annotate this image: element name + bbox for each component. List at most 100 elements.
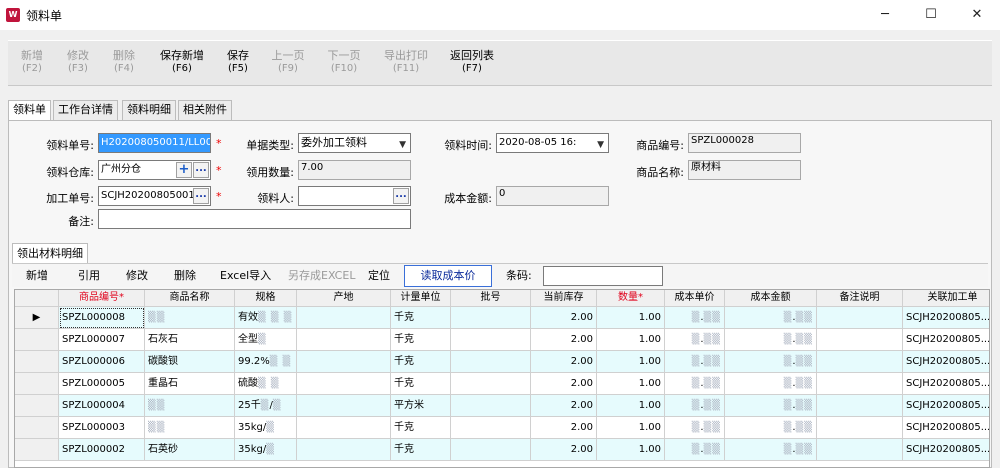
grid-cell-code[interactable]: SPZL000002 [59,439,145,461]
tab-workbench-detail[interactable]: 工作台详情 [53,100,118,120]
row-indicator[interactable] [15,373,59,395]
grid-cell-unit[interactable]: 千克 [391,373,451,395]
grid-cell-unit[interactable]: 千克 [391,439,451,461]
new-button[interactable]: 新增 (F2) [14,49,50,81]
remark-field[interactable] [98,209,411,229]
unit-header[interactable]: 计量单位 [391,290,451,307]
stock-header[interactable]: 当前库存 [531,290,597,307]
grid-cell-code[interactable]: SPZL000007 [59,329,145,351]
grid-cell-batch[interactable] [451,417,531,439]
grid-cell-name[interactable]: 石灰石 [145,329,235,351]
grid-cell-name[interactable]: 重晶石 [145,373,235,395]
grid-cell-spec[interactable]: 有效▒ ▒ ▒ [235,307,297,329]
grid-cell-spec[interactable]: 全型▒ [235,329,297,351]
grid-cell-link[interactable]: SCJH20200805... [903,395,989,417]
grid-cell-link[interactable]: SCJH20200805... [903,439,989,461]
grid-cell-code[interactable]: SPZL000003 [59,417,145,439]
grid-cell-spec[interactable]: 35kg/▒ [235,417,297,439]
tab-attachments[interactable]: 相关附件 [178,100,232,120]
grid-cell-link[interactable]: SCJH20200805... [903,307,989,329]
locate-button[interactable]: 定位 [368,264,390,288]
grid-cell-price[interactable]: ▒.▒▒ [665,351,725,373]
grid-cell-amount[interactable]: ▒.▒▒ [725,351,817,373]
detail-edit-button[interactable]: 修改 [126,264,148,288]
grid-cell-code[interactable]: SPZL000005 [59,373,145,395]
grid-cell-stock[interactable]: 2.00 [531,329,597,351]
grid-cell-unit[interactable]: 千克 [391,417,451,439]
grid-cell-stock[interactable]: 2.00 [531,351,597,373]
grid-cell-price[interactable]: ▒.▒▒ [665,439,725,461]
note-header[interactable]: 备注说明 [817,290,903,307]
grid-cell-origin[interactable] [297,439,391,461]
grid-cell-origin[interactable] [297,417,391,439]
tab-requisition-detail[interactable]: 领料明细 [122,100,176,120]
cost-amount-header[interactable]: 成本金额 [725,290,817,307]
linked-order-header[interactable]: 关联加工单 [903,290,989,307]
grid-cell-note[interactable] [817,373,903,395]
grid-cell-price[interactable]: ▒.▒▒ [665,329,725,351]
grid-cell-origin[interactable] [297,307,391,329]
grid-cell-amount[interactable]: ▒.▒▒ [725,329,817,351]
grid-cell-code[interactable]: SPZL000004 [59,395,145,417]
unit-cost-header[interactable]: 成本单价 [665,290,725,307]
row-indicator[interactable] [15,439,59,461]
grid-cell-name[interactable]: 石英砂 [145,439,235,461]
grid-cell-amount[interactable]: ▒.▒▒ [725,417,817,439]
next-page-button[interactable]: 下一页 (F10) [322,49,366,81]
edit-button[interactable]: 修改 (F3) [60,49,96,81]
detail-new-button[interactable]: 新增 [26,264,48,288]
grid-cell-note[interactable] [817,439,903,461]
goods-code-header[interactable]: 商品编号* [59,290,145,307]
goods-name-header[interactable]: 商品名称 [145,290,235,307]
tab-requisition[interactable]: 领料单 [8,100,51,121]
grid-cell-batch[interactable] [451,351,531,373]
grid-cell-origin[interactable] [297,329,391,351]
grid-cell-spec[interactable]: 25千▒/▒ [235,395,297,417]
grid-cell-batch[interactable] [451,307,531,329]
grid-cell-price[interactable]: ▒.▒▒ [665,307,725,329]
grid-cell-qty[interactable]: 1.00 [597,395,665,417]
grid-cell-unit[interactable]: 平方米 [391,395,451,417]
qty-header[interactable]: 数量* [597,290,665,307]
grid-cell-batch[interactable] [451,329,531,351]
grid-cell-qty[interactable]: 1.00 [597,307,665,329]
grid-cell-link[interactable]: SCJH20200805... [903,329,989,351]
process-no-lookup-button[interactable]: ... [193,188,209,204]
grid-cell-spec[interactable]: 硫酸▒ ▒ [235,373,297,395]
grid-cell-qty[interactable]: 1.00 [597,439,665,461]
detail-delete-button[interactable]: 删除 [174,264,196,288]
grid-cell-name[interactable]: ▒▒ [145,395,235,417]
read-cost-price-button[interactable]: 读取成本价 [404,265,492,287]
grid-cell-note[interactable] [817,395,903,417]
warehouse-lookup-button[interactable]: ... [193,162,209,178]
grid-cell-qty[interactable]: 1.00 [597,417,665,439]
close-button[interactable]: ✕ [954,0,1000,30]
current-row-indicator-icon[interactable]: ▶ [15,307,59,329]
grid-cell-name[interactable]: ▒▒ [145,307,235,329]
grid-cell-qty[interactable]: 1.00 [597,373,665,395]
grid-cell-name[interactable]: ▒▒ [145,417,235,439]
grid-cell-origin[interactable] [297,351,391,373]
grid-cell-price[interactable]: ▒.▒▒ [665,373,725,395]
grid-cell-qty[interactable]: 1.00 [597,351,665,373]
grid-cell-spec[interactable]: 35kg/▒ [235,439,297,461]
maximize-button[interactable]: ☐ [908,0,954,30]
detail-reference-button[interactable]: 引用 [78,264,100,288]
grid-cell-stock[interactable]: 2.00 [531,395,597,417]
row-indicator[interactable] [15,395,59,417]
grid-cell-origin[interactable] [297,373,391,395]
grid-cell-amount[interactable]: ▒.▒▒ [725,307,817,329]
grid-cell-note[interactable] [817,351,903,373]
grid-cell-code[interactable]: SPZL000006 [59,351,145,373]
grid-cell-link[interactable]: SCJH20200805... [903,351,989,373]
row-indicator[interactable] [15,351,59,373]
picker-lookup-button[interactable]: ... [393,188,409,204]
grid-cell-link[interactable]: SCJH20200805... [903,417,989,439]
grid-cell-note[interactable] [817,417,903,439]
add-warehouse-icon[interactable]: + [176,162,192,178]
grid-cell-amount[interactable]: ▒.▒▒ [725,439,817,461]
barcode-input[interactable] [543,266,663,286]
grid-cell-note[interactable] [817,307,903,329]
row-indicator[interactable] [15,417,59,439]
grid-cell-batch[interactable] [451,373,531,395]
